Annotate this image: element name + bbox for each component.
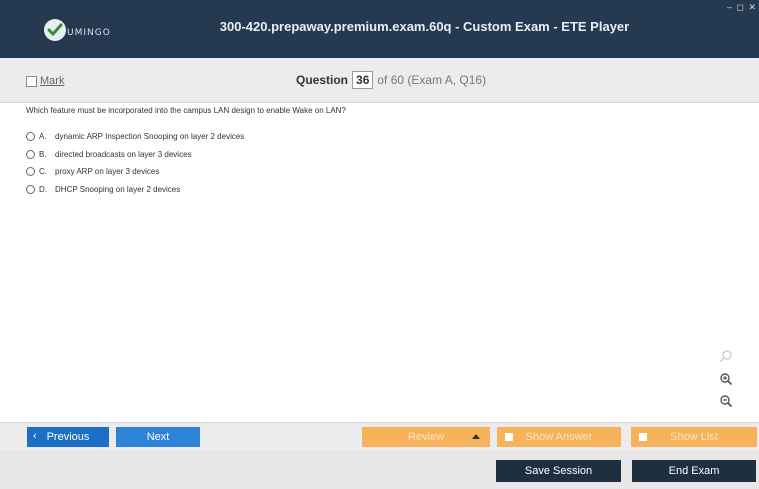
option-letter: B. bbox=[39, 149, 47, 159]
option-d-radio[interactable] bbox=[26, 184, 35, 194]
mark-checkbox-box[interactable] bbox=[26, 75, 37, 87]
question-header-bar: Mark Question 36 of 60 (Exam A, Q16) bbox=[0, 58, 759, 103]
option-text: dynamic ARP Inspection Snooping on layer… bbox=[55, 132, 245, 142]
window-title: 300-420.prepaway.premium.exam.60q - Cust… bbox=[219, 19, 630, 34]
footer-bar: Save Session End Exam bbox=[0, 450, 759, 489]
title-bar: UMINGO 300-420.prepaway.premium.exam.60q… bbox=[0, 0, 759, 58]
zoom-out-icon[interactable] bbox=[718, 393, 734, 409]
option-text: directed broadcasts on layer 3 devices bbox=[55, 149, 192, 159]
option-letter: C. bbox=[39, 167, 47, 177]
option-b[interactable]: B. directed broadcasts on layer 3 device… bbox=[26, 146, 244, 164]
zoom-in-icon[interactable] bbox=[718, 371, 734, 387]
option-c[interactable]: C. proxy ARP on layer 3 devices bbox=[26, 163, 244, 181]
option-text: proxy ARP on layer 3 devices bbox=[55, 167, 160, 177]
navigation-bar: ‹ Previous Next Review Show Answer Show … bbox=[0, 422, 759, 451]
option-letter: A. bbox=[39, 132, 47, 142]
show-answer-checkbox[interactable] bbox=[505, 433, 513, 441]
option-a-radio[interactable] bbox=[26, 132, 35, 142]
option-d[interactable]: D. DHCP Snooping on layer 2 devices bbox=[26, 181, 244, 199]
option-text: DHCP Snooping on layer 2 devices bbox=[55, 184, 181, 194]
previous-label: Previous bbox=[46, 431, 90, 443]
question-text: Which feature must be incorporated into … bbox=[26, 106, 346, 115]
option-letter: D. bbox=[39, 184, 47, 194]
question-total: of 60 (Exam A, Q16) bbox=[377, 73, 487, 87]
next-button[interactable]: Next bbox=[116, 427, 200, 447]
question-number-input[interactable]: 36 bbox=[352, 71, 374, 89]
option-a[interactable]: A. dynamic ARP Inspection Snooping on la… bbox=[26, 128, 244, 146]
question-word: Question bbox=[296, 73, 349, 87]
end-exam-button[interactable]: End Exam bbox=[632, 460, 756, 482]
window-controls[interactable]: – ◻ ✕ bbox=[727, 2, 757, 13]
show-list-label: Show List bbox=[670, 431, 718, 443]
review-button[interactable]: Review bbox=[362, 427, 490, 447]
mark-checkbox[interactable]: Mark bbox=[26, 75, 64, 87]
show-answer-button[interactable]: Show Answer bbox=[497, 427, 621, 447]
show-list-checkbox[interactable] bbox=[639, 433, 647, 441]
review-label: Review bbox=[407, 431, 445, 443]
option-b-radio[interactable] bbox=[26, 149, 35, 159]
show-list-button[interactable]: Show List bbox=[631, 427, 757, 447]
mark-label[interactable]: Mark bbox=[40, 75, 64, 87]
search-icon[interactable] bbox=[718, 348, 734, 364]
chevron-left-icon: ‹ bbox=[33, 430, 37, 442]
caret-up-icon[interactable] bbox=[472, 434, 480, 439]
save-session-button[interactable]: Save Session bbox=[496, 460, 621, 482]
show-answer-label: Show Answer bbox=[525, 431, 593, 443]
answer-options: A. dynamic ARP Inspection Snooping on la… bbox=[26, 128, 244, 198]
previous-button[interactable]: ‹ Previous bbox=[27, 427, 109, 447]
question-counter: Question 36 of 60 (Exam A, Q16) bbox=[296, 71, 486, 89]
option-c-radio[interactable] bbox=[26, 167, 35, 177]
